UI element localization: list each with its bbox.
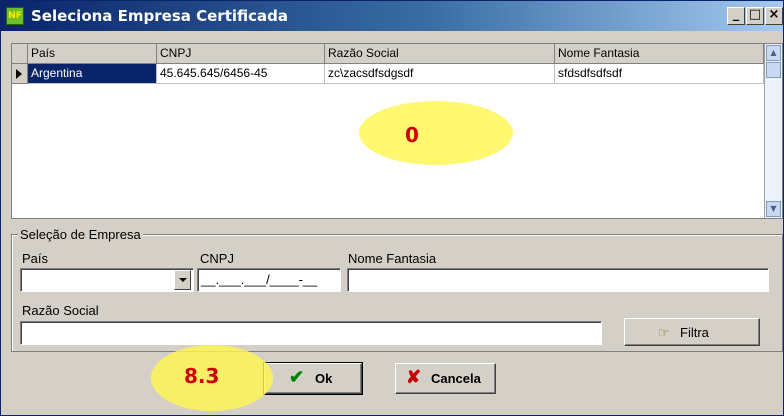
ok-highlight-annotation: 8.3 bbox=[151, 345, 273, 411]
column-header-razao-social[interactable]: Razão Social bbox=[325, 44, 555, 64]
maximize-button[interactable]: □ bbox=[746, 7, 764, 25]
dialog-window: NF Seleciona Empresa Certificada _ □ × P… bbox=[0, 0, 784, 416]
grid-header: País CNPJ Razão Social Nome Fantasia bbox=[12, 44, 764, 64]
pais-dropdown-button[interactable] bbox=[174, 270, 191, 290]
cancel-button-label: Cancela bbox=[431, 371, 481, 386]
scroll-thumb[interactable] bbox=[766, 62, 781, 78]
filter-icon: ☞ bbox=[658, 325, 670, 340]
row-indicator-icon bbox=[16, 69, 22, 79]
column-header-nome-fantasia[interactable]: Nome Fantasia bbox=[555, 44, 764, 64]
nome-fantasia-label: Nome Fantasia bbox=[348, 251, 437, 266]
minimize-button[interactable]: _ bbox=[727, 7, 745, 25]
nome-fantasia-field[interactable] bbox=[347, 268, 769, 292]
column-header-pais[interactable]: País bbox=[28, 44, 157, 64]
checkmark-icon: ✔ bbox=[289, 367, 305, 387]
app-icon: NF bbox=[6, 7, 24, 25]
ok-button-label: Ok bbox=[315, 371, 333, 386]
table-cell-razao-social[interactable]: zc\zacsdfsdgsdf bbox=[325, 64, 555, 84]
table-cell-pais[interactable]: Argentina bbox=[28, 64, 157, 84]
cnpj-label: CNPJ bbox=[200, 251, 234, 266]
table-cell-nome-fantasia[interactable]: sfdsdfsdfsdf bbox=[555, 64, 764, 84]
pais-select[interactable] bbox=[20, 268, 194, 292]
table-cell-cnpj[interactable]: 45.645.645/6456-45 bbox=[157, 64, 325, 84]
group-title: Seleção de Empresa bbox=[18, 227, 143, 242]
grid-scrollbar[interactable]: ▲ ▼ bbox=[764, 44, 782, 218]
cnpj-field[interactable]: __.___.___/____-__ bbox=[197, 268, 341, 292]
scroll-up-icon[interactable]: ▲ bbox=[766, 45, 781, 61]
grid-marker-label: 0 bbox=[405, 123, 419, 147]
title-bar[interactable]: NF Seleciona Empresa Certificada _ □ × bbox=[1, 1, 783, 31]
ok-marker-label: 8.3 bbox=[184, 364, 220, 388]
razao-social-field[interactable] bbox=[20, 321, 602, 345]
scroll-down-icon[interactable]: ▼ bbox=[766, 201, 781, 217]
dropdown-arrow-icon bbox=[179, 278, 187, 282]
pais-label: País bbox=[22, 251, 49, 266]
ok-button[interactable]: ✔ Ok bbox=[263, 362, 363, 395]
filter-button[interactable]: ☞ Filtra bbox=[624, 318, 760, 346]
window-title: Seleciona Empresa Certificada bbox=[31, 7, 288, 25]
filter-button-label: Filtra bbox=[680, 325, 709, 340]
column-header-cnpj[interactable]: CNPJ bbox=[157, 44, 325, 64]
row-indicator[interactable] bbox=[12, 64, 28, 84]
grid-highlight-annotation: 0 bbox=[359, 101, 513, 165]
cancel-button[interactable]: ✘ Cancela bbox=[395, 363, 496, 394]
header-corner bbox=[12, 44, 28, 64]
x-icon: ✘ bbox=[406, 367, 422, 387]
close-button[interactable]: × bbox=[765, 7, 783, 25]
razao-social-label: Razão Social bbox=[22, 303, 99, 318]
